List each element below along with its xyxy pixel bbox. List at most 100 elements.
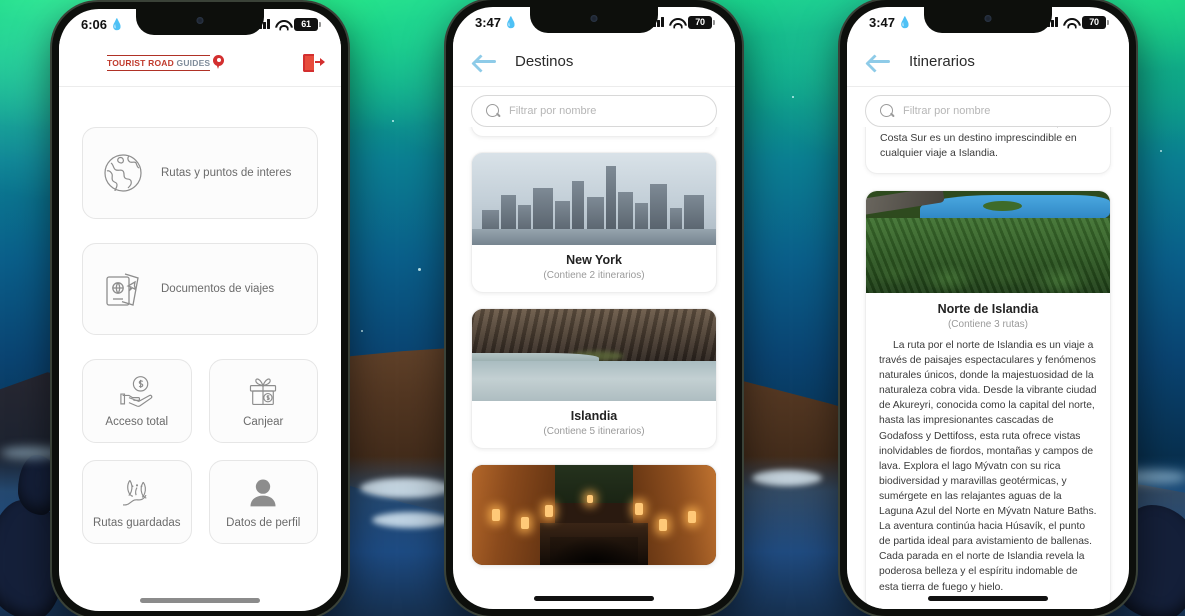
menu-item-label: Documentos de viajes <box>161 283 275 295</box>
home-indicator[interactable] <box>534 596 654 601</box>
notch <box>924 7 1052 33</box>
back-arrow-icon[interactable] <box>473 53 497 71</box>
status-time: 3:47 <box>475 14 502 30</box>
menu-grid: Acceso total Canjear Rutas guardadas Dat… <box>82 359 318 544</box>
battery-tip-icon <box>1107 19 1109 25</box>
wifi-icon <box>669 17 683 28</box>
logo-main: TOURIST ROAD <box>107 57 174 68</box>
itineraries-list[interactable]: acceso a fenómenos naturales únicos, la … <box>847 127 1129 609</box>
itinerary-card-partial[interactable]: acceso a fenómenos naturales únicos, la … <box>865 127 1111 174</box>
phone-2-destinos: 3:47 💧 70 Destinos Filtrar por nombre Ne… <box>446 0 742 616</box>
destination-title: Islandia <box>570 409 618 423</box>
front-camera-icon <box>984 15 992 22</box>
itinerary-image-norte-de-islandia <box>866 191 1110 293</box>
destination-title: New York <box>566 253 622 267</box>
destination-subtitle: (Contiene 5 itinerarios) <box>543 426 645 437</box>
saved-route-icon <box>119 475 155 509</box>
search-placeholder: Filtrar por nombre <box>509 105 597 117</box>
status-time: 3:47 <box>869 14 896 30</box>
snow-patch <box>752 470 822 486</box>
menu-item-label: Acceso total <box>105 416 169 428</box>
menu-item-label: Rutas y puntos de interes <box>161 167 292 179</box>
destination-caption: New York (Contiene 2 itinerarios) <box>472 245 716 292</box>
destination-image-new-york <box>472 153 716 245</box>
phone-1-home: 6:06 💧 61 TOURIST ROAD GUIDES Rutas y pu… <box>52 2 348 616</box>
itinerary-description: La ruta por el norte de Islandia es un v… <box>879 340 1097 593</box>
battery-level: 61 <box>294 17 318 31</box>
wifi-icon <box>1063 17 1077 28</box>
star <box>361 330 363 332</box>
phone-1-screen: 6:06 💧 61 TOURIST ROAD GUIDES Rutas y pu… <box>59 9 341 611</box>
hand-money-icon <box>119 374 155 408</box>
itinerary-title: Norte de Islandia <box>937 302 1039 316</box>
battery-tip-icon <box>319 21 321 27</box>
status-time: 6:06 <box>81 16 108 32</box>
search-bar-container: Filtrar por nombre <box>865 95 1111 127</box>
battery-level: 70 <box>1082 15 1106 29</box>
destination-image-islandia <box>472 309 716 401</box>
nav-header: Destinos <box>453 37 735 87</box>
menu-item-documentos-de-viajes[interactable]: Documentos de viajes <box>82 243 318 335</box>
itinerary-partial-text: acceso a fenómenos naturales únicos, la … <box>880 127 1077 159</box>
search-placeholder: Filtrar por nombre <box>903 105 991 117</box>
battery-level: 70 <box>688 15 712 29</box>
star <box>792 96 794 98</box>
water-drop-icon: 💧 <box>898 16 912 29</box>
app-logo: TOURIST ROAD GUIDES <box>107 54 225 71</box>
passport-icon <box>99 265 147 313</box>
map-pin-icon <box>213 55 225 70</box>
phone-2-screen: 3:47 💧 70 Destinos Filtrar por nombre Ne… <box>453 7 735 609</box>
snow-patch <box>360 478 452 498</box>
menu-item-rutas-guardadas[interactable]: Rutas guardadas <box>82 460 192 544</box>
search-input[interactable]: Filtrar por nombre <box>471 95 717 127</box>
back-arrow-icon[interactable] <box>867 53 891 71</box>
itinerary-card[interactable]: Norte de Islandia (Contiene 3 rutas) La … <box>865 190 1111 609</box>
home-menu: Rutas y puntos de interes Documentos de … <box>59 87 341 611</box>
wifi-icon <box>275 19 289 30</box>
star <box>1160 150 1162 152</box>
itinerary-body: Norte de Islandia (Contiene 3 rutas) La … <box>866 293 1110 609</box>
destination-image-japan <box>472 465 716 565</box>
phone-3-screen: 3:47 💧 70 Itinerarios Filtrar por nombre <box>847 7 1129 609</box>
home-indicator[interactable] <box>928 596 1048 601</box>
logo-sub: GUIDES <box>176 57 211 68</box>
app-header: TOURIST ROAD GUIDES <box>59 39 341 87</box>
logout-icon[interactable] <box>303 53 325 73</box>
menu-item-rutas-y-puntos[interactable]: Rutas y puntos de interes <box>82 127 318 219</box>
page-title: Destinos <box>515 53 574 70</box>
destination-card[interactable]: Islandia (Contiene 5 itinerarios) <box>471 308 717 449</box>
destination-card[interactable] <box>471 464 717 566</box>
menu-item-canjear[interactable]: Canjear <box>208 359 318 443</box>
front-camera-icon <box>590 15 598 22</box>
front-camera-icon <box>196 17 204 24</box>
menu-item-label: Rutas guardadas <box>92 517 181 529</box>
notch <box>530 7 658 33</box>
user-profile-icon <box>245 475 281 509</box>
globe-icon <box>99 149 147 197</box>
menu-item-acceso-total[interactable]: Acceso total <box>82 359 192 443</box>
search-icon <box>486 104 500 118</box>
star <box>392 120 394 122</box>
destination-card[interactable]: New York (Contiene 2 itinerarios) <box>471 152 717 293</box>
snow-patch <box>372 512 450 528</box>
destination-caption: Islandia (Contiene 5 itinerarios) <box>472 401 716 448</box>
menu-item-label: Canjear <box>243 416 284 428</box>
menu-item-label: Datos de perfil <box>226 517 301 529</box>
search-icon <box>880 104 894 118</box>
itinerary-subtitle: (Contiene 3 rutas) <box>947 319 1029 330</box>
destination-card-partial[interactable] <box>471 127 717 137</box>
logo-text: TOURIST ROAD GUIDES <box>107 54 211 71</box>
battery-tip-icon <box>713 19 715 25</box>
gift-icon <box>245 374 281 408</box>
notch <box>136 9 264 35</box>
star <box>418 268 421 271</box>
menu-item-datos-de-perfil[interactable]: Datos de perfil <box>208 460 318 544</box>
water-drop-icon: 💧 <box>110 18 124 31</box>
search-bar-container: Filtrar por nombre <box>471 95 717 127</box>
home-indicator[interactable] <box>140 598 260 603</box>
destinations-list[interactable]: New York (Contiene 2 itinerarios) Island… <box>453 127 735 609</box>
phone-3-itinerarios: 3:47 💧 70 Itinerarios Filtrar por nombre <box>840 0 1136 616</box>
nav-header: Itinerarios <box>847 37 1129 87</box>
search-input[interactable]: Filtrar por nombre <box>865 95 1111 127</box>
page-title: Itinerarios <box>909 53 975 70</box>
